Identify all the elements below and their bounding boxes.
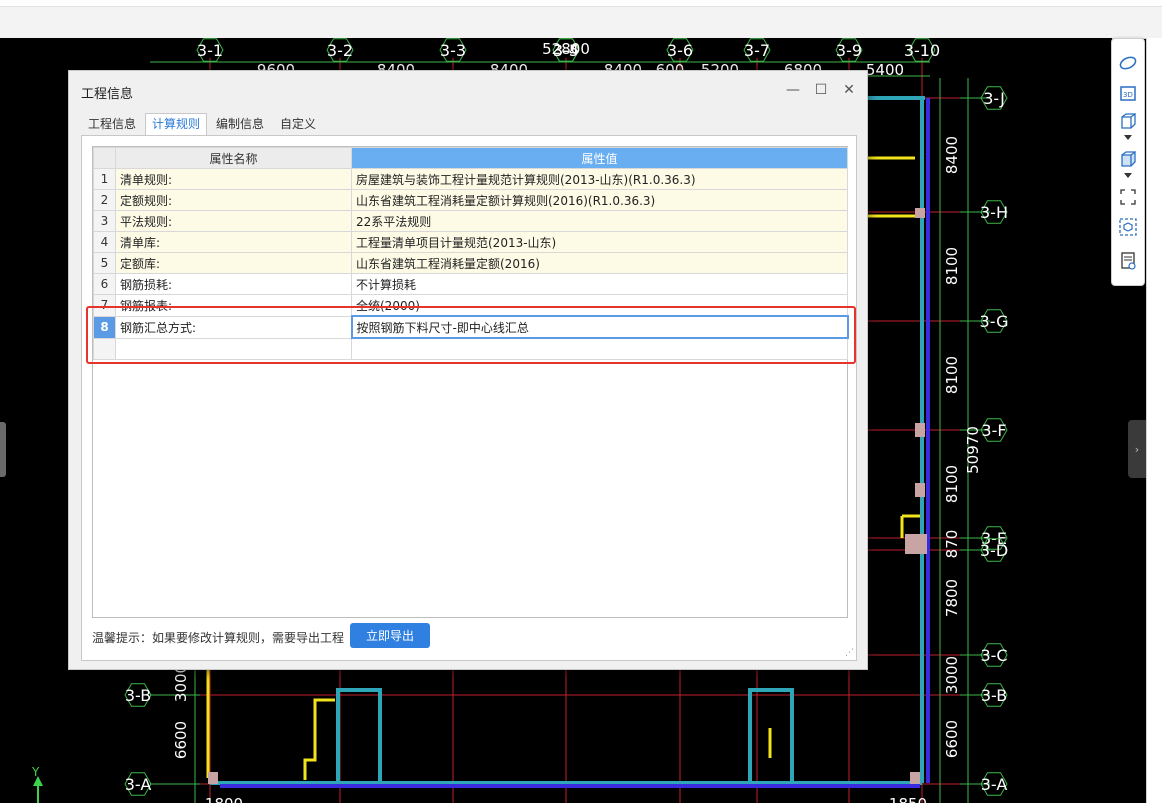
dimension-label-left: 6600 <box>172 721 190 759</box>
property-value[interactable]: 工程量清单项目计量规范(2013-山东) <box>351 231 848 253</box>
table-row[interactable]: 6 钢筋损耗: 不计算损耗 <box>93 273 848 295</box>
header-property-value: 属性值 <box>351 147 848 169</box>
tab-custom[interactable]: 自定义 <box>273 113 323 135</box>
property-value[interactable]: 山东省建筑工程消耗量定额(2016) <box>351 252 848 274</box>
row-index: 1 <box>93 168 116 190</box>
row-index: 6 <box>93 273 116 295</box>
axis-label-right: 3-D <box>980 541 1008 560</box>
right-side-panel <box>1146 38 1162 803</box>
dimension-label-right: 870 <box>943 530 961 559</box>
view-toolbar: 3D <box>1111 38 1145 286</box>
axis-label-top: 3-6 <box>667 41 693 60</box>
select-frame-icon[interactable] <box>1116 185 1140 209</box>
property-name: 平法规则: <box>115 210 352 232</box>
tab-project-info[interactable]: 工程信息 <box>81 113 143 135</box>
axis-label-top: 3-2 <box>327 41 353 60</box>
row-index: 2 <box>93 189 116 211</box>
title-strip <box>0 0 1162 7</box>
axis-label-right: 3-G <box>980 312 1009 331</box>
cube-outline-icon[interactable] <box>1116 109 1140 133</box>
chevron-down-icon-2[interactable] <box>1116 169 1140 181</box>
report-icon[interactable] <box>1116 249 1140 273</box>
hint-text: 温馨提示：如果要修改计算规则，需要导出工程 <box>92 631 345 645</box>
left-collapse-handle[interactable] <box>0 422 6 477</box>
property-name: 定额规则: <box>115 189 352 211</box>
property-name: 定额库: <box>115 252 352 274</box>
axis-label-left: 3-B <box>125 686 151 705</box>
dimension-label-right: 3000 <box>943 656 961 694</box>
axis-label-top: 3-3 <box>440 41 466 60</box>
axis-label-top: 3-10 <box>904 41 940 60</box>
header-index <box>93 147 116 169</box>
table-row[interactable]: 3 平法规则: 22系平法规则 <box>93 210 848 232</box>
axis-label-top: 3-7 <box>744 41 770 60</box>
property-value[interactable]: 山东省建筑工程消耗量定额计算规则(2016)(R1.0.36.3) <box>351 189 848 211</box>
dialog-title: 工程信息 <box>81 87 134 102</box>
resize-grip-icon[interactable]: ⋰ <box>845 648 854 658</box>
y-axis-label: Y <box>31 765 40 779</box>
project-info-dialog: 工程信息 — ☐ ✕ 工程信息 计算规则 编制信息 自定义 属性名称 属性值 1… <box>68 70 868 670</box>
axis-label-right: 3-F <box>981 421 1006 440</box>
dimension-label-bottom: 1850 <box>889 795 927 803</box>
axis-label-top: 3-9 <box>836 41 862 60</box>
property-grid: 属性名称 属性值 1 清单规则: 房屋建筑与装饰工程计量规范计算规则(2013-山东… <box>92 146 849 618</box>
property-value[interactable]: 房屋建筑与装饰工程计量规范计算规则(2013-山东)(R1.0.36.3) <box>351 168 848 190</box>
dimension-label-right: 8100 <box>943 247 961 285</box>
export-now-button[interactable]: 立即导出 <box>350 623 430 648</box>
row-index: 4 <box>93 231 116 253</box>
svg-text:3D: 3D <box>1123 91 1133 99</box>
tab-calc-rules[interactable]: 计算规则 <box>145 113 208 135</box>
dimension-label-top: 52800 <box>542 40 590 58</box>
property-name: 钢筋损耗: <box>115 273 352 295</box>
dimension-label-top: 5400 <box>866 61 904 79</box>
dimension-label-right: 7800 <box>943 579 961 617</box>
table-header: 属性名称 属性值 <box>93 147 848 169</box>
close-icon[interactable]: ✕ <box>839 81 859 99</box>
ellipse-icon[interactable] <box>1116 51 1140 75</box>
header-property-name: 属性名称 <box>115 147 352 169</box>
axis-label-left: 3-A <box>125 775 152 794</box>
table-row[interactable]: 2 定额规则: 山东省建筑工程消耗量定额计算规则(2016)(R1.0.36.3) <box>93 189 848 211</box>
right-expand-handle[interactable]: › <box>1128 420 1146 478</box>
highlight-annotation-box <box>86 306 856 364</box>
dimension-label-right: 8100 <box>943 465 961 503</box>
tab-panel: 属性名称 属性值 1 清单规则: 房屋建筑与装饰工程计量规范计算规则(2013-山东… <box>81 135 857 661</box>
top-toolbar <box>0 0 1162 39</box>
row-index: 5 <box>93 252 116 274</box>
axis-label-top: 3-1 <box>197 41 223 60</box>
dimension-label-bottom: 1800 <box>205 795 243 803</box>
dimension-label-right: 50970 <box>964 426 982 474</box>
property-name: 清单库: <box>115 231 352 253</box>
view-3d-icon[interactable]: 3D <box>1116 81 1140 105</box>
row-index: 3 <box>93 210 116 232</box>
table-row[interactable]: 5 定额库: 山东省建筑工程消耗量定额(2016) <box>93 252 848 274</box>
maximize-icon[interactable]: ☐ <box>811 81 831 99</box>
axis-label-right: 3-B <box>981 686 1007 705</box>
dialog-tabs: 工程信息 计算规则 编制信息 自定义 <box>81 113 325 135</box>
property-value[interactable]: 22系平法规则 <box>351 210 848 232</box>
axis-label-right: 3-H <box>980 203 1008 222</box>
cube-target-icon[interactable] <box>1116 215 1140 239</box>
table-row[interactable]: 4 清单库: 工程量清单项目计量规范(2013-山东) <box>93 231 848 253</box>
axis-label-right: 3-C <box>980 646 1007 665</box>
tab-compile-info[interactable]: 编制信息 <box>209 113 271 135</box>
property-value[interactable]: 不计算损耗 <box>351 273 848 295</box>
dimension-label-right: 6600 <box>943 720 961 758</box>
axis-label-right: 3-J <box>983 89 1005 108</box>
chevron-right-icon: › <box>1134 442 1140 456</box>
cube-solid-icon[interactable] <box>1116 147 1140 171</box>
minimize-icon[interactable]: — <box>783 81 803 99</box>
dimension-label-right: 8400 <box>943 136 961 174</box>
property-name: 清单规则: <box>115 168 352 190</box>
table-row[interactable]: 1 清单规则: 房屋建筑与装饰工程计量规范计算规则(2013-山东)(R1.0.36… <box>93 168 848 190</box>
dimension-label-right: 8100 <box>943 356 961 394</box>
axis-label-right: 3-A <box>981 775 1008 794</box>
chevron-down-icon[interactable] <box>1116 131 1140 143</box>
